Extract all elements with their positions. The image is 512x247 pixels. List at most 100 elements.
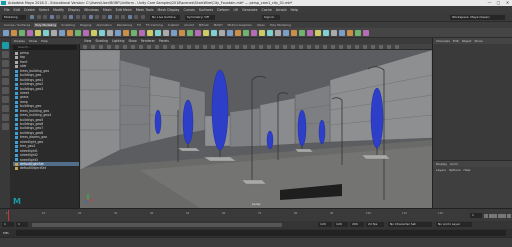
viewport-menu-shading[interactable]: Shading	[95, 39, 108, 43]
viewport-tool-icon[interactable]	[267, 45, 271, 49]
workspace-dropdown[interactable]: Workspace: Maya Classic	[450, 15, 505, 20]
viewport-tool-icon[interactable]	[363, 45, 367, 49]
status-tool-icon[interactable]	[36, 15, 41, 19]
viewport-tool-icon[interactable]	[395, 45, 399, 49]
start-frame-field[interactable]: 1	[2, 222, 14, 227]
shelf-tool-icon[interactable]	[243, 30, 249, 36]
shelf-tab[interactable]: MASH	[213, 23, 224, 27]
current-frame-field[interactable]: 1	[470, 213, 482, 218]
shelf-tool-icon[interactable]	[99, 30, 105, 36]
mode-dropdown[interactable]: Modeling	[2, 15, 26, 20]
menu-edit-mesh[interactable]: Edit Mesh	[116, 8, 132, 12]
menu-edit[interactable]: Edit	[14, 8, 20, 12]
shelf-tab[interactable]: Rendering	[116, 23, 133, 27]
viewport-tool-icon[interactable]	[379, 45, 383, 49]
channel-box-tab[interactable]: Object	[462, 39, 472, 43]
layer-tab[interactable]: Anim	[450, 162, 458, 166]
viewport-menu-panels[interactable]: Panels	[159, 39, 169, 43]
end-frame-field[interactable]: 120	[334, 222, 348, 227]
shelf-tool-icon[interactable]	[307, 30, 313, 36]
shelf-tool-icon[interactable]	[139, 30, 145, 36]
menu-help[interactable]: Help	[290, 8, 298, 12]
anim-layer-dropdown[interactable]: No Anim Layer	[436, 222, 472, 227]
menu-cache[interactable]: Cache	[262, 8, 272, 12]
shelf-tool-icon[interactable]	[323, 30, 329, 36]
max-frame-field[interactable]: 200	[350, 222, 364, 227]
shelf-tab[interactable]: Sculpting	[60, 23, 76, 27]
shelf-tab[interactable]: Rigging	[79, 23, 92, 27]
shelf-tab[interactable]: Animation	[95, 23, 112, 27]
menu-generate[interactable]: Generate	[242, 8, 257, 12]
shelf-tool-icon[interactable]	[67, 30, 73, 36]
3d-viewport[interactable]: persp	[80, 50, 432, 208]
layer-menu-item[interactable]: Help	[464, 168, 471, 172]
status-tool-icon[interactable]	[69, 15, 73, 19]
channel-box-tab[interactable]: Show	[474, 39, 482, 43]
menu-uv[interactable]: UV	[233, 8, 238, 12]
shelf-tool-icon[interactable]	[91, 30, 97, 36]
shelf-tool-icon[interactable]	[75, 30, 81, 36]
status-tool-icon[interactable]	[43, 15, 47, 19]
shelf-tool-icon[interactable]	[131, 30, 137, 36]
outliner-search-input[interactable]: Search...	[13, 45, 77, 50]
shelf-tool-icon[interactable]	[315, 30, 321, 36]
menu-select[interactable]: Select	[39, 8, 49, 12]
viewport-tool-icon[interactable]	[283, 45, 287, 49]
shelf-tool-icon[interactable]	[11, 30, 17, 36]
channel-box-tab[interactable]: Channels	[436, 39, 450, 43]
sign-in-button[interactable]: Sign In	[262, 15, 280, 20]
viewport-tool-icon[interactable]	[99, 45, 103, 49]
shelf-tool-icon[interactable]	[43, 30, 49, 36]
command-input[interactable]	[16, 230, 506, 236]
layer-menu-item[interactable]: Options	[449, 168, 461, 172]
viewport-tool-icon[interactable]	[131, 45, 135, 49]
toolbox-tool-icon[interactable]	[2, 60, 9, 67]
shelf-tool-icon[interactable]	[355, 30, 361, 36]
shelf-tab[interactable]: Custom	[167, 23, 181, 27]
shelf-tool-icon[interactable]	[211, 30, 217, 36]
viewport-tool-icon[interactable]	[275, 45, 279, 49]
shelf-tool-icon[interactable]	[163, 30, 169, 36]
shelf-tool-icon[interactable]	[187, 30, 193, 36]
playback-start-field[interactable]: 1	[16, 222, 28, 227]
outliner-item[interactable]: defaultObjectSet	[13, 166, 79, 170]
playback-button[interactable]	[506, 213, 511, 218]
viewport-tool-icon[interactable]	[331, 45, 335, 49]
menu-surfaces[interactable]: Surfaces	[199, 8, 213, 12]
viewport-tool-icon[interactable]	[299, 45, 303, 49]
viewport-tool-icon[interactable]	[83, 45, 87, 49]
outliner-menu-display[interactable]: Display	[14, 39, 25, 43]
viewport-menu-view[interactable]: View	[84, 39, 91, 43]
viewport-tool-icon[interactable]	[91, 45, 95, 49]
shelf-tool-icon[interactable]	[155, 30, 161, 36]
status-tool-icon[interactable]	[134, 15, 138, 19]
shelf-tool-icon[interactable]	[147, 30, 153, 36]
viewport-tool-icon[interactable]	[155, 45, 159, 49]
shelf-tool-icon[interactable]	[83, 30, 89, 36]
viewport-tool-icon[interactable]	[235, 45, 239, 49]
outliner-menu-show[interactable]: Show	[29, 39, 37, 43]
shelf-tool-icon[interactable]	[331, 30, 337, 36]
fps-dropdown[interactable]: 24 fps	[366, 222, 384, 227]
viewport-menu-lighting[interactable]: Lighting	[112, 39, 125, 43]
shelf-tool-icon[interactable]	[219, 30, 225, 36]
shelf-tab[interactable]: FX Caching	[145, 23, 164, 27]
menu-file[interactable]: File	[4, 8, 10, 12]
shelf-tab[interactable]: FX	[136, 23, 142, 27]
viewport-menu-show[interactable]: Show	[128, 39, 136, 43]
toolbox-tool-icon[interactable]	[2, 123, 9, 130]
shelf-tool-icon[interactable]	[3, 30, 9, 36]
toolbox-tool-icon[interactable]	[2, 87, 9, 94]
playback-button[interactable]	[484, 213, 488, 218]
shelf-tool-icon[interactable]	[275, 30, 281, 36]
shelf-tool-icon[interactable]	[363, 30, 369, 36]
viewport-tool-icon[interactable]	[195, 45, 199, 49]
symmetry-dropdown[interactable]: Symmetry: Off	[185, 15, 215, 20]
layer-menu-item[interactable]: Layers	[436, 168, 446, 172]
status-tool-icon[interactable]	[82, 15, 86, 19]
status-tool-icon[interactable]	[49, 15, 54, 19]
shelf-tab[interactable]: Curves / Surfaces	[3, 23, 31, 27]
toolbox-tool-icon[interactable]	[2, 114, 9, 121]
shelf-tool-icon[interactable]	[19, 30, 25, 36]
menu-mesh-display[interactable]: Mesh Display	[158, 8, 180, 12]
